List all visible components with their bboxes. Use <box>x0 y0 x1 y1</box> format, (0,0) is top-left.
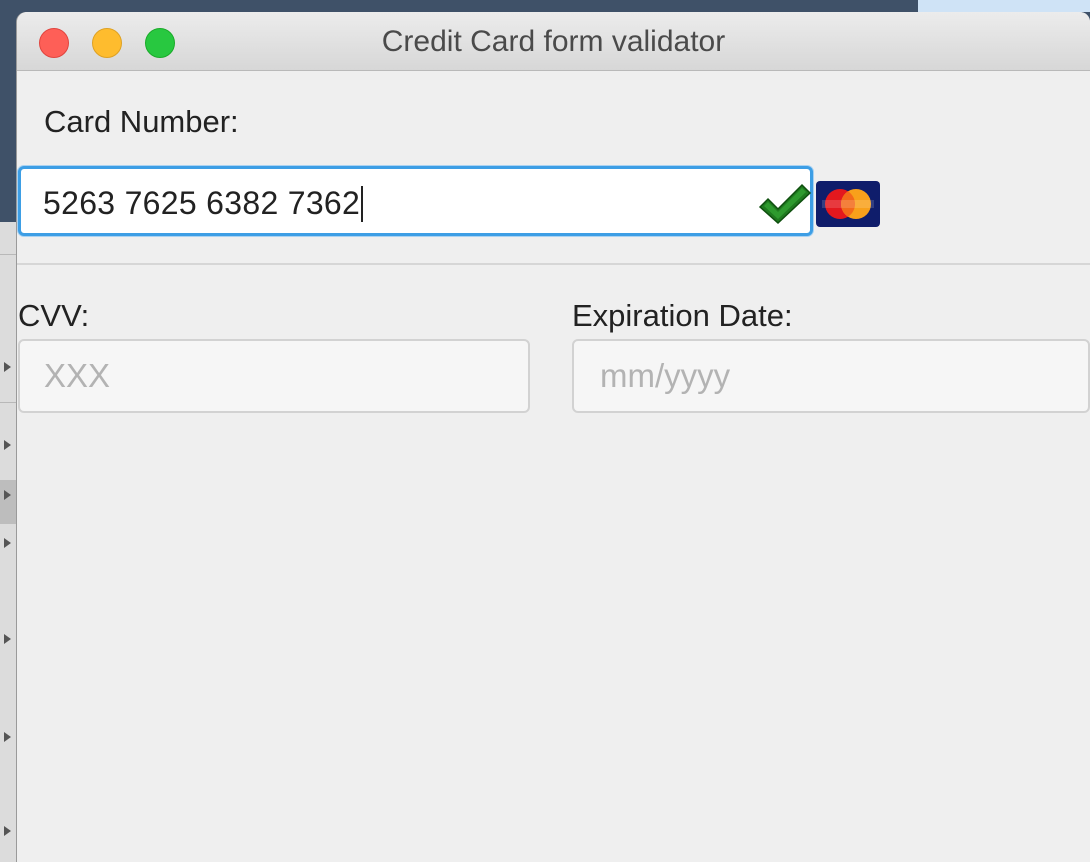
disclosure-triangle-icon <box>4 362 11 372</box>
disclosure-triangle-icon <box>4 538 11 548</box>
card-number-value: 5263 7625 6382 7362 <box>43 185 364 224</box>
expiration-date-label: Expiration Date: <box>572 298 793 333</box>
card-number-label: Card Number: <box>44 104 239 139</box>
cvv-label: CVV: <box>18 298 90 333</box>
cvv-input[interactable] <box>18 339 530 413</box>
title-bar[interactable]: Credit Card form validator <box>17 12 1090 71</box>
disclosure-triangle-icon <box>4 732 11 742</box>
window-title: Credit Card form validator <box>381 25 726 58</box>
desktop-background-highlight <box>918 0 1090 12</box>
text-caret <box>361 185 364 222</box>
check-icon <box>758 183 812 225</box>
card-number-field[interactable]: 5263 7625 6382 7362 <box>18 166 813 236</box>
disclosure-triangle-icon <box>4 634 11 644</box>
expiration-date-input[interactable] <box>572 339 1090 413</box>
background-window-edge <box>0 222 18 862</box>
disclosure-triangle-icon <box>4 440 11 450</box>
section-divider <box>17 263 1090 265</box>
disclosure-triangle-icon <box>4 490 11 500</box>
app-window: Credit Card form validator Card Number: … <box>17 12 1090 862</box>
disclosure-triangle-icon <box>4 826 11 836</box>
mastercard-icon <box>816 181 880 227</box>
